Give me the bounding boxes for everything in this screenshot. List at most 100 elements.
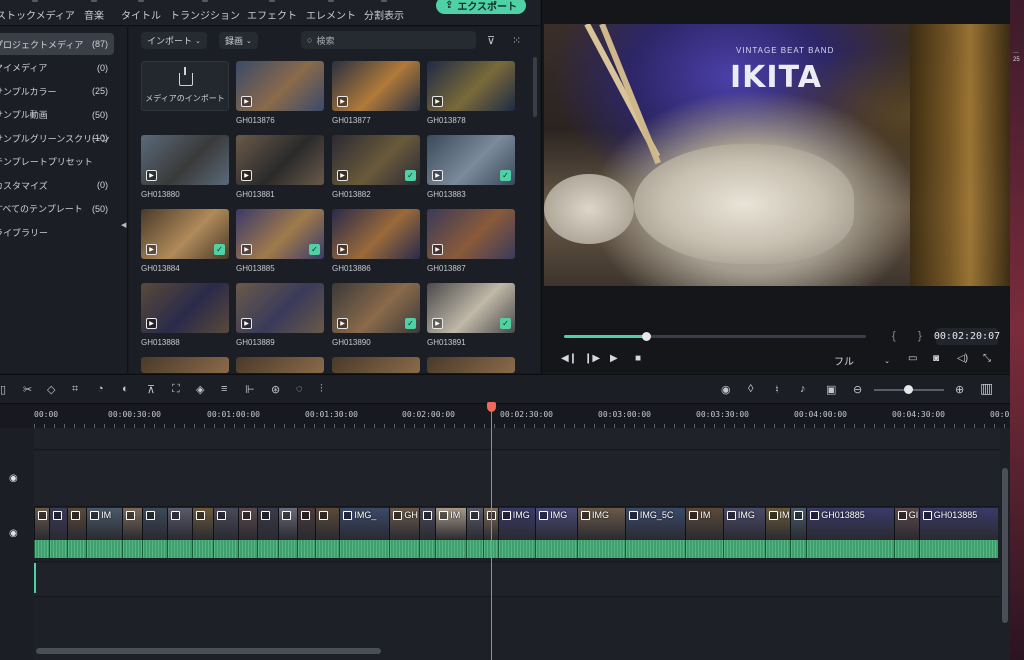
playback-progress-bar[interactable]: [564, 332, 866, 341]
color-icon[interactable]: ◐: [122, 383, 129, 395]
audio-waveform[interactable]: [435, 540, 467, 558]
timeline-clip[interactable]: [142, 508, 168, 540]
timeline-clip[interactable]: [789, 508, 807, 540]
preview-zoom-select[interactable]: フル ⌄: [830, 352, 896, 369]
mark-in-icon[interactable]: {: [892, 330, 896, 342]
audio-waveform[interactable]: [167, 540, 193, 558]
audio-waveform[interactable]: [893, 540, 919, 558]
audio-waveform[interactable]: [48, 540, 68, 558]
timeline-zoom-knob[interactable]: [904, 385, 913, 394]
tab-elements[interactable]: エレメント: [306, 0, 356, 22]
timeline-clip[interactable]: [238, 508, 257, 540]
music-note-icon[interactable]: ♪: [800, 383, 806, 395]
media-thumbnail[interactable]: ▶: [141, 135, 229, 185]
filter-icon[interactable]: ⊽: [487, 34, 495, 47]
stop-icon[interactable]: ■: [635, 353, 641, 364]
timeline-ruler[interactable]: 00:00 00:00:30:00 00:01:00:00 00:01:30:00 00…: [0, 404, 1024, 428]
media-thumbnail[interactable]: ▶: [332, 61, 420, 111]
media-thumbnail[interactable]: ▶: [332, 209, 420, 259]
audio-waveform[interactable]: [576, 540, 625, 558]
import-media-tile[interactable]: メディアのインポート: [141, 61, 229, 111]
media-thumbnail[interactable]: [427, 357, 515, 373]
timeline-clip[interactable]: [67, 508, 87, 540]
audio-waveform[interactable]: [497, 540, 536, 558]
motion-icon[interactable]: ⊛: [271, 383, 280, 396]
timeline-clip[interactable]: IMG: [497, 508, 536, 540]
media-thumbnail[interactable]: ▶ ✓: [236, 209, 324, 259]
audio-waveform[interactable]: [535, 540, 577, 558]
sidebar-item[interactable]: プロジェクトメディア (87): [0, 33, 114, 55]
play-icon[interactable]: ▶: [610, 353, 618, 364]
timeline-clip[interactable]: GH013885: [806, 508, 894, 540]
timeline-clip[interactable]: [277, 508, 297, 540]
microphone-icon[interactable]: ♮: [775, 383, 779, 396]
media-thumbnail[interactable]: ▶ ✓: [332, 135, 420, 185]
mark-out-icon[interactable]: }: [918, 330, 922, 342]
media-thumbnail[interactable]: ▶: [236, 61, 324, 111]
timeline-clip[interactable]: IM: [86, 508, 122, 540]
timeline-clip[interactable]: [418, 508, 436, 540]
media-scrollbar[interactable]: [533, 57, 537, 117]
timeline-horizontal-scrollbar[interactable]: [36, 648, 381, 654]
media-thumbnail[interactable]: ▶ ✓: [141, 209, 229, 259]
tab-titles[interactable]: タイトル: [121, 0, 161, 22]
audio-waveform[interactable]: [764, 540, 790, 558]
audio-waveform[interactable]: [277, 540, 297, 558]
tab-stock-media[interactable]: ストックメディア: [0, 0, 75, 22]
sidebar-item[interactable]: サンプルカラー (25): [0, 80, 114, 102]
render-preview-icon[interactable]: ◉: [721, 383, 731, 396]
audio-waveform[interactable]: [315, 540, 340, 558]
timeline-clip[interactable]: IMG: [535, 508, 577, 540]
delete-icon[interactable]: ▯: [0, 383, 6, 396]
timeline-clip[interactable]: [213, 508, 239, 540]
timeline-clip[interactable]: IMG: [722, 508, 765, 540]
audio-waveform[interactable]: [257, 540, 278, 558]
timeline-clip[interactable]: IMG_5C: [624, 508, 686, 540]
tab-effects[interactable]: エフェクト: [247, 0, 297, 22]
timeline-clip[interactable]: IM: [685, 508, 723, 540]
audio-waveform[interactable]: [918, 540, 998, 558]
snapshot-icon[interactable]: ◙: [933, 353, 939, 364]
media-thumbnail[interactable]: ▶ ✓: [427, 283, 515, 333]
audio-waveform[interactable]: [789, 540, 807, 558]
media-thumbnail[interactable]: ▶ ✓: [427, 135, 515, 185]
timeline-vertical-scrollbar[interactable]: [1002, 468, 1008, 623]
audio-wave-icon[interactable]: ⫶: [320, 383, 323, 396]
timeline-clip[interactable]: [257, 508, 278, 540]
media-thumbnail[interactable]: ▶ ✓: [332, 283, 420, 333]
sidebar-item[interactable]: すべてのテンプレート (50): [0, 198, 114, 220]
audio-waveform[interactable]: [86, 540, 122, 558]
sidebar-item[interactable]: テンプレートプリセット: [0, 151, 114, 173]
audio-waveform[interactable]: [192, 540, 214, 558]
audio-waveform[interactable]: [339, 540, 390, 558]
timeline-clip[interactable]: [192, 508, 214, 540]
track-layout-icon[interactable]: ▥: [980, 380, 993, 397]
fullscreen-icon[interactable]: ⤡: [983, 353, 991, 364]
volume-icon[interactable]: ◁): [957, 353, 968, 364]
fit-icon[interactable]: ⛶: [172, 383, 180, 396]
keyframe-icon[interactable]: ◈: [196, 383, 204, 396]
audio-waveform[interactable]: [238, 540, 257, 558]
import-dropdown[interactable]: インポート ⌄: [141, 32, 207, 49]
speed-icon[interactable]: ◔: [97, 383, 104, 395]
tab-transitions[interactable]: トランジション: [170, 0, 240, 22]
step-forward-icon[interactable]: ❙▶: [584, 353, 600, 364]
timeline-clip[interactable]: GI: [893, 508, 919, 540]
timeline-clip[interactable]: IM: [435, 508, 467, 540]
audio-waveform[interactable]: [466, 540, 484, 558]
media-thumbnail[interactable]: [332, 357, 420, 373]
timeline-clip[interactable]: GH: [389, 508, 419, 540]
timeline-clip[interactable]: IMG: [576, 508, 625, 540]
sidebar-item[interactable]: サンプルグリーンスクリーン (10): [0, 127, 114, 149]
timeline-clip[interactable]: GH013885: [918, 508, 998, 540]
timeline-clip[interactable]: [315, 508, 340, 540]
cut-icon[interactable]: ✂: [23, 383, 32, 396]
preview-video[interactable]: VINTAGE BEAT BAND IKITA: [544, 24, 1010, 286]
timeline-clip[interactable]: IMG_: [339, 508, 390, 540]
eye-icon[interactable]: ◉: [9, 528, 18, 539]
media-thumbnail[interactable]: [141, 357, 229, 373]
audio-waveform[interactable]: [685, 540, 723, 558]
media-thumbnail[interactable]: ▶: [236, 283, 324, 333]
audio-waveform[interactable]: [296, 540, 316, 558]
media-thumbnail[interactable]: ▶: [427, 209, 515, 259]
